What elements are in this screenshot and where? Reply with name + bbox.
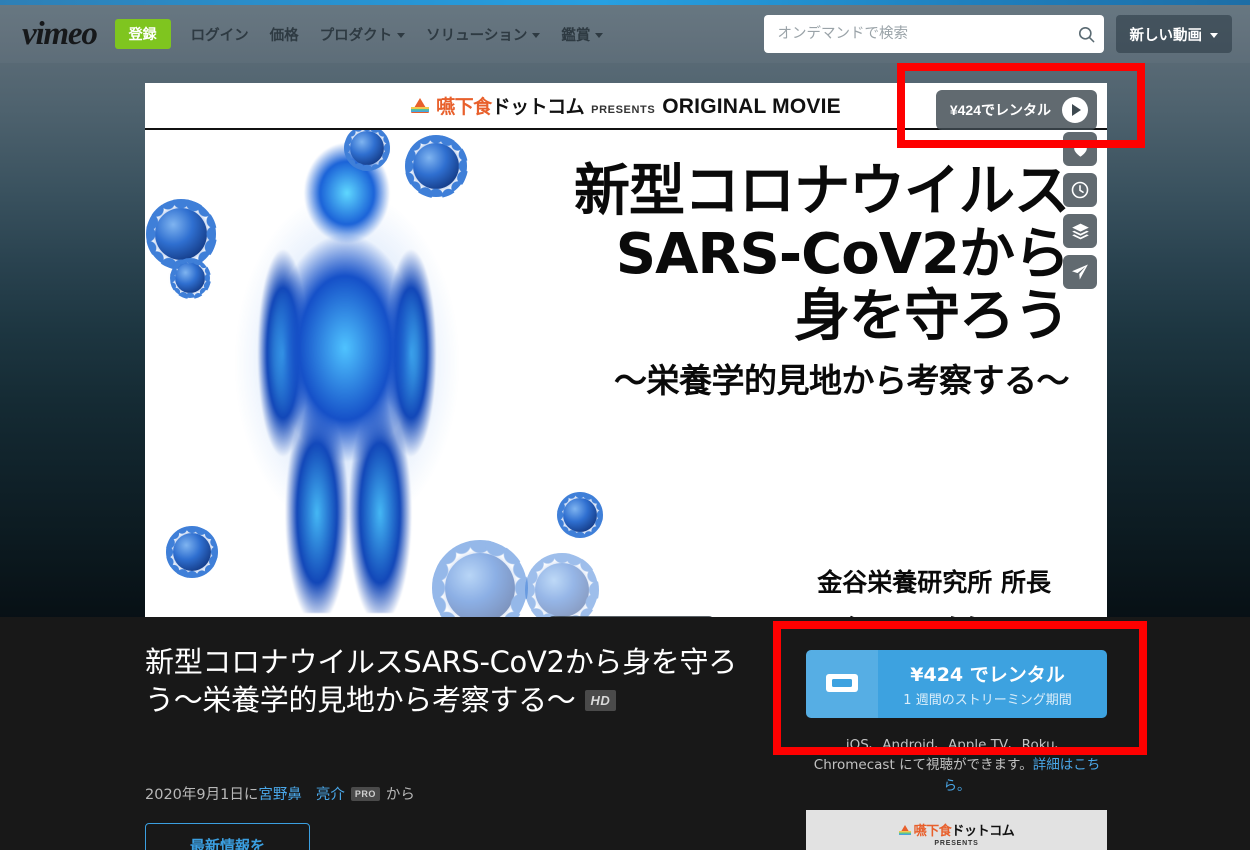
nav-label: 価格 (269, 27, 299, 44)
devices-suffix: にて視聴ができます。 (899, 757, 1033, 774)
video-details-section: 新型コロナウイルスSARS-CoV2から身を守ろう〜栄養学的見地から考察する〜 H… (0, 617, 1250, 850)
chevron-down-icon (1210, 32, 1218, 38)
header-right-group: 新しい動画 (763, 15, 1232, 53)
collections-stack-icon[interactable] (1063, 214, 1097, 248)
poster-title: 新型コロナウイルス SARS-CoV2から 身を守ろう 〜栄養学的見地から考察す… (574, 159, 1070, 401)
play-circle-icon (1062, 97, 1088, 123)
virus-particle (169, 257, 211, 299)
watch-later-clock-icon[interactable] (1063, 173, 1097, 207)
page-loading-bar (0, 0, 1250, 5)
nav-item-login[interactable]: ログイン (191, 24, 249, 45)
page-title: 新型コロナウイルスSARS-CoV2から身を守ろう〜栄養学的見地から考察する〜 H… (145, 643, 745, 720)
nav-label: 鑑賞 (561, 27, 591, 44)
related-video-thumbnail[interactable]: 嚥下食ドットコム PRESENTS ORIGINAL MOVIE (806, 810, 1107, 850)
nav-label: プロダクト (319, 27, 393, 44)
virus-particle (145, 198, 217, 270)
like-icon[interactable] (1063, 132, 1097, 166)
hd-badge: HD (584, 690, 617, 712)
original-movie-label: ORIGINAL MOVIE (662, 95, 841, 118)
video-poster-image: 嚥下食ドットコム PRESENTS ORIGINAL MOVIE 新型コロナウイ… (145, 83, 1107, 617)
author-link-first[interactable]: 宮野鼻 (258, 783, 302, 804)
author-link-last[interactable]: 亮介 (316, 783, 345, 804)
rent-overlay-button[interactable]: ¥424でレンタル (935, 90, 1097, 130)
credit-role: 金谷栄養研究所 所長 (817, 568, 1051, 597)
video-byline: 2020年9月1日に 宮野鼻 亮介 PRO から (145, 783, 415, 804)
virus-particle (166, 526, 218, 578)
search-box[interactable] (763, 15, 1104, 53)
rent-card-text: ¥424 でレンタル 1 週間のストリーミング期間 (878, 650, 1107, 718)
byline-date: 2020年9月1日に (145, 787, 259, 803)
vimeo-logo[interactable]: vimeo (22, 17, 98, 51)
supported-devices-text: iOS、Android、Apple TV、Roku、Chromecast にて視… (806, 735, 1108, 796)
main-nav: ログイン 価格 プロダクト ソリューション 鑑賞 (191, 24, 604, 45)
brand-triangle-icon (411, 98, 430, 113)
nav-label: ソリューション (426, 27, 528, 44)
brand-name-jp: 嚥下食ドットコム (436, 96, 585, 118)
nav-item-product[interactable]: プロダクト (320, 24, 406, 45)
follow-updates-button[interactable]: 最新情報を (145, 823, 310, 850)
poster-title-line2: SARS-CoV2から (615, 221, 1070, 287)
signup-button[interactable]: 登録 (114, 18, 171, 50)
video-title-text: 新型コロナウイルスSARS-CoV2から身を守ろう〜栄養学的見地から考察する〜 (145, 645, 737, 718)
virus-particle (432, 540, 528, 617)
brand-triangle-icon (898, 824, 911, 835)
video-player[interactable]: 嚥下食ドットコム PRESENTS ORIGINAL MOVIE 新型コロナウイ… (145, 83, 1107, 617)
virus-particle (556, 491, 604, 539)
related-brand-name: 嚥下食ドットコム (913, 824, 1015, 839)
chevron-down-icon (397, 32, 406, 38)
chevron-down-icon (595, 32, 604, 38)
poster-title-subtitle: 〜栄養学的見地から考察する〜 (614, 361, 1070, 401)
presents-label: PRESENTS (591, 104, 656, 116)
tv-screen-icon (806, 650, 878, 718)
poster-title-line3: 身を守ろう (794, 284, 1070, 350)
chevron-down-icon (532, 32, 541, 38)
poster-credit: 金谷栄養研究所 所長 金谷 節子 (817, 563, 1051, 617)
nav-item-solutions[interactable]: ソリューション (426, 24, 541, 45)
byline-suffix: から (385, 787, 415, 803)
virus-particle (525, 553, 599, 617)
rent-overlay-label: ¥424でレンタル (949, 102, 1051, 118)
nav-item-pricing[interactable]: 価格 (270, 24, 299, 45)
nav-label: ログイン (190, 27, 249, 44)
site-header: vimeo 登録 ログイン 価格 プロダクト ソリューション 鑑賞 オンデマンド… (0, 5, 1250, 63)
rent-duration-label: 1 週間のストリーミング期間 (903, 693, 1072, 708)
player-side-actions (1063, 132, 1097, 289)
new-video-label: 新しい動画 (1129, 27, 1203, 44)
search-icon[interactable] (1070, 15, 1104, 53)
poster-title-line1: 新型コロナウイルス (574, 159, 1070, 224)
human-body-illustration (165, 113, 525, 613)
vimeo-ondemand-page: vimeo 登録 ログイン 価格 プロダクト ソリューション 鑑賞 オンデマンド… (0, 0, 1250, 850)
rent-card-button[interactable]: ¥424 でレンタル 1 週間のストリーミング期間 (806, 650, 1107, 718)
share-paper-plane-icon[interactable] (1063, 255, 1097, 289)
credit-name: 金谷 節子 (817, 603, 1051, 617)
rent-price-label: ¥424 でレンタル (910, 664, 1065, 686)
virus-particle (404, 134, 468, 198)
new-video-button[interactable]: 新しい動画 (1115, 15, 1232, 53)
virus-particle (343, 124, 391, 172)
search-input[interactable] (763, 15, 1070, 53)
pro-badge: PRO (350, 786, 380, 801)
nav-item-watch[interactable]: 鑑賞 (561, 24, 604, 45)
related-presents-label: PRESENTS (934, 840, 979, 847)
